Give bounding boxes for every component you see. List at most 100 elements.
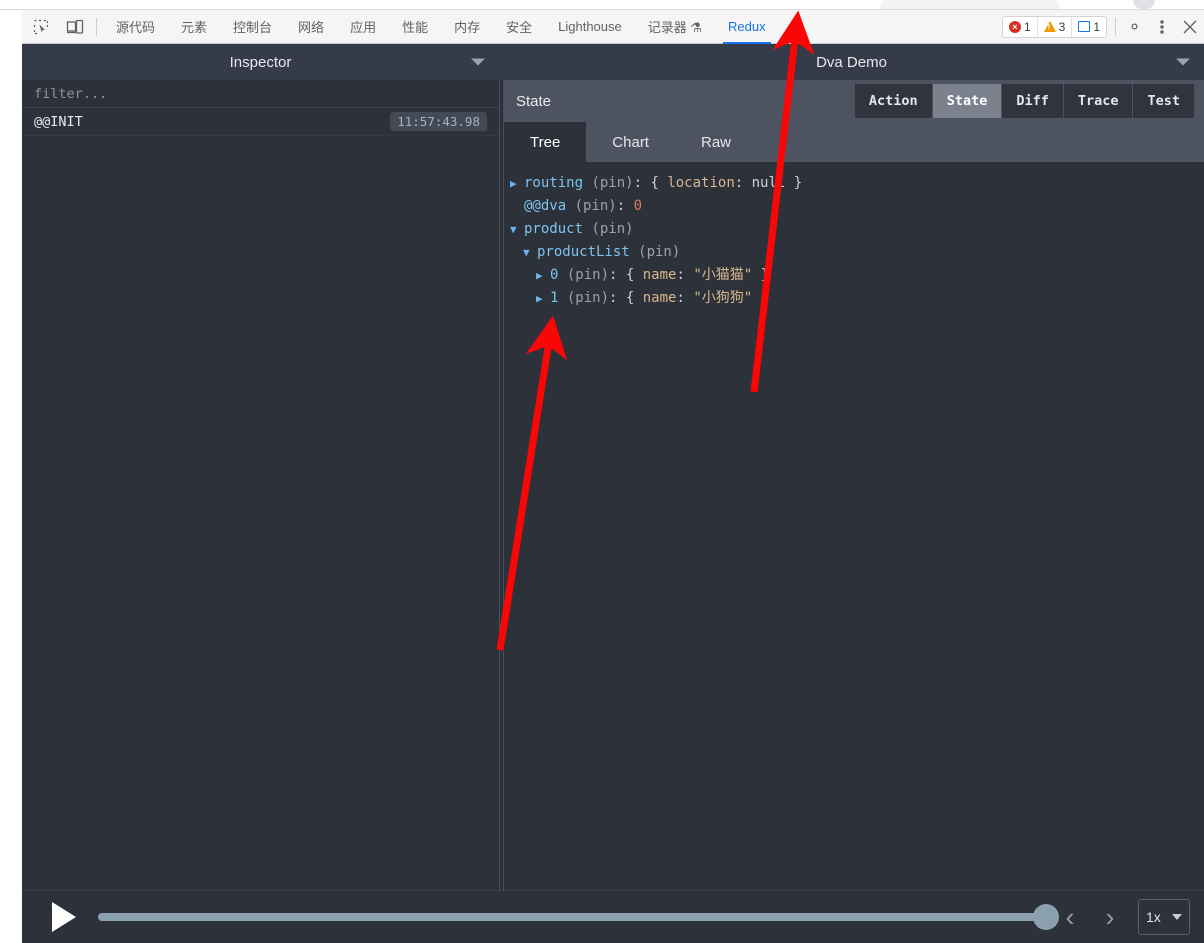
- warning-count: 3: [1058, 19, 1066, 34]
- inspector-monitor-chevron-down-icon[interactable]: [471, 58, 485, 66]
- tab-lighthouse[interactable]: Lighthouse: [545, 10, 635, 44]
- device-toolbar-icon[interactable]: [60, 13, 90, 41]
- tree-node-preview-part: :: [734, 175, 752, 191]
- tab-performance[interactable]: 性能: [389, 10, 441, 44]
- tree-node-pin: (pin): [629, 244, 681, 260]
- play-button[interactable]: [52, 902, 76, 932]
- tree-node-pin: (pin): [566, 198, 617, 214]
- tree-node-preview-part: }: [785, 175, 803, 191]
- tree-node[interactable]: 0 (pin): { name: "小猫猫" }: [510, 264, 1204, 287]
- screenshot-root: 源代码 元素 控制台 网络 应用 性能 内存 安全 Lighthouse 记录器…: [0, 0, 1204, 943]
- state-pane: State Action State Diff Trace Test Tree …: [504, 80, 1204, 890]
- tree-node-preview-part: location: [667, 175, 735, 191]
- tab-elements-label: 元素: [181, 20, 208, 35]
- chevron-down-icon[interactable]: [523, 241, 537, 264]
- action-list-empty-area: [22, 136, 499, 890]
- tree-node-separator: :: [609, 290, 626, 306]
- warning-counter[interactable]: 3: [1036, 16, 1072, 37]
- step-forward-label: ›: [1105, 902, 1115, 932]
- tab-test-label: Test: [1147, 93, 1180, 109]
- tree-node[interactable]: product (pin): [510, 218, 1204, 241]
- step-back-label: ‹: [1065, 902, 1075, 932]
- tab-trace-label: Trace: [1077, 93, 1119, 109]
- tab-tree[interactable]: Tree: [504, 122, 587, 162]
- tab-test[interactable]: Test: [1133, 84, 1194, 118]
- tree-node-preview-part: null: [751, 175, 786, 191]
- filter-row: [22, 80, 499, 108]
- browser-chrome-strip: [0, 0, 1204, 10]
- tab-memory[interactable]: 内存: [441, 10, 493, 44]
- tab-memory-label: 内存: [454, 20, 481, 35]
- tree-node-pin: (pin): [558, 290, 610, 306]
- tab-state[interactable]: State: [932, 84, 1003, 118]
- state-label: State: [516, 92, 552, 110]
- tab-trace[interactable]: Trace: [1063, 84, 1134, 118]
- more-options-icon[interactable]: [1148, 13, 1176, 41]
- tab-console[interactable]: 控制台: [220, 10, 285, 44]
- tab-recorder[interactable]: 记录器 ⚗: [635, 10, 715, 44]
- step-forward-button[interactable]: ›: [1090, 904, 1130, 930]
- browser-tab-shape: [880, 0, 1060, 9]
- tab-application[interactable]: 应用: [337, 10, 389, 44]
- tab-sources[interactable]: 源代码: [103, 10, 168, 44]
- error-count: 1: [1023, 19, 1031, 34]
- tab-sources-label: 源代码: [116, 20, 156, 35]
- tree-node[interactable]: @@dva (pin): 0: [510, 195, 1204, 218]
- warning-icon: [1043, 21, 1056, 32]
- message-icon: [1078, 21, 1091, 32]
- devtools-tab-strip: 源代码 元素 控制台 网络 应用 性能 内存 安全 Lighthouse 记录器…: [103, 10, 779, 44]
- tab-network-label: 网络: [298, 20, 325, 35]
- tree-node-preview-part: {: [625, 290, 643, 306]
- inspector-panel-header: Inspector: [22, 44, 499, 80]
- state-tree: routing (pin): { location: null }@@dva (…: [504, 162, 1204, 890]
- tree-node-pin: (pin): [583, 175, 634, 191]
- tab-console-label: 控制台: [233, 20, 273, 35]
- tree-node-preview-part: :: [676, 290, 694, 306]
- tree-node[interactable]: 1 (pin): { name: "小狗狗" }: [510, 287, 1204, 310]
- speed-select[interactable]: 1x: [1138, 899, 1190, 935]
- tree-node-key: product: [524, 221, 584, 237]
- tab-diff-label: Diff: [1016, 93, 1049, 109]
- chevron-down-icon[interactable]: [510, 218, 524, 241]
- tab-network[interactable]: 网络: [285, 10, 337, 44]
- tree-node[interactable]: routing (pin): { location: null }: [510, 172, 1204, 195]
- tab-elements[interactable]: 元素: [168, 10, 220, 44]
- tree-node[interactable]: productList (pin): [510, 241, 1204, 264]
- chevron-right-icon[interactable]: [536, 287, 550, 310]
- settings-gear-icon[interactable]: [1120, 13, 1148, 41]
- close-devtools-icon[interactable]: [1176, 13, 1204, 41]
- tab-redux[interactable]: Redux: [715, 10, 779, 44]
- tab-state-label: State: [946, 93, 988, 109]
- action-list-item[interactable]: @@INIT 11:57:43.98: [22, 108, 499, 136]
- tab-action[interactable]: Action: [854, 84, 933, 118]
- message-count: 1: [1093, 19, 1100, 34]
- inspector-title: Inspector: [229, 53, 292, 71]
- tab-raw[interactable]: Raw: [675, 122, 757, 162]
- filter-input[interactable]: [34, 85, 487, 102]
- tree-node-preview-part: }: [752, 290, 770, 306]
- chevron-right-icon[interactable]: [536, 264, 550, 287]
- time-travel-slider[interactable]: [98, 904, 1059, 930]
- slider-knob[interactable]: [1033, 904, 1059, 930]
- tree-node-separator: :: [609, 267, 626, 283]
- tab-tree-label: Tree: [530, 133, 561, 151]
- tab-chart[interactable]: Chart: [586, 122, 675, 162]
- tree-node-key: 1: [550, 290, 559, 306]
- tab-security[interactable]: 安全: [493, 10, 545, 44]
- inspect-element-icon[interactable]: [26, 13, 56, 41]
- view-tab-group: Tree Chart Raw: [504, 122, 1204, 162]
- issue-counters: × 1 3 1: [1001, 15, 1107, 38]
- tab-diff[interactable]: Diff: [1002, 84, 1064, 118]
- chevron-right-icon[interactable]: [510, 172, 524, 195]
- instance-title: Dva Demo: [816, 53, 887, 71]
- speed-value: 1x: [1146, 909, 1161, 925]
- app-body: @@INIT 11:57:43.98 State Action State Di…: [22, 80, 1204, 890]
- error-counter[interactable]: × 1: [1003, 17, 1037, 37]
- action-name: @@INIT: [34, 113, 83, 130]
- tree-node-separator: :: [616, 198, 634, 214]
- message-counter[interactable]: 1: [1071, 16, 1106, 37]
- tree-node-key: routing: [524, 175, 584, 191]
- tree-node-separator: :: [633, 175, 651, 191]
- tab-application-label: 应用: [350, 20, 377, 35]
- instance-chevron-down-icon[interactable]: [1176, 58, 1190, 66]
